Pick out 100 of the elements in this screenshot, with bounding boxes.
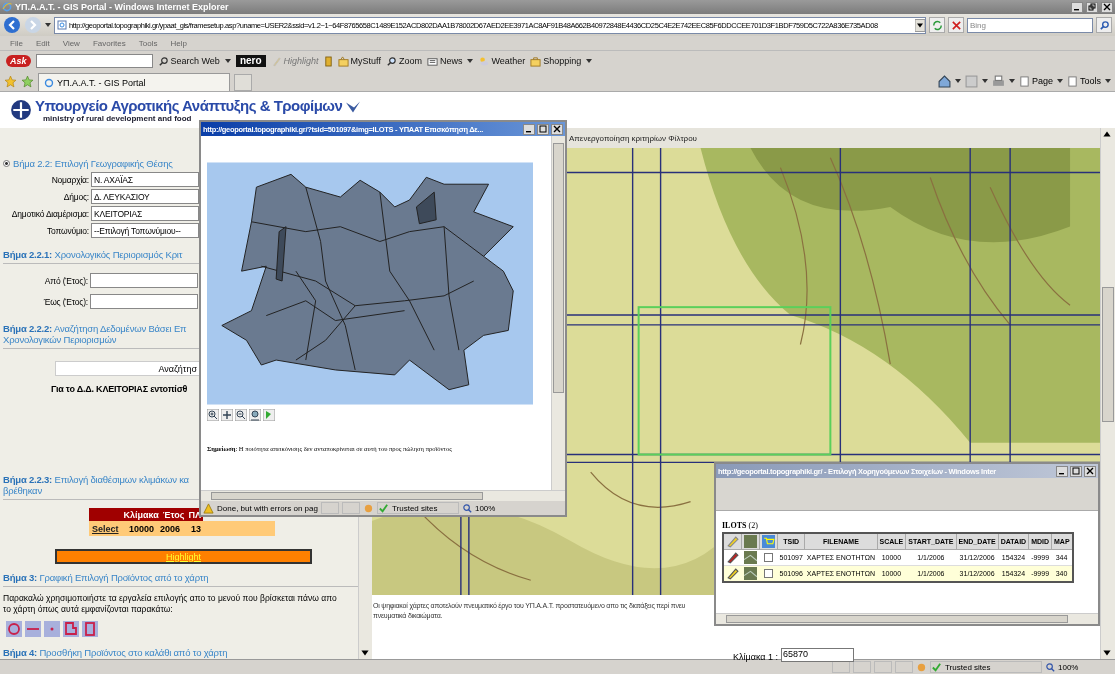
favorites-star-icon[interactable] — [4, 74, 17, 88]
dropdown-field[interactable]: ΚΛΕΙΤΟΡΙΑΣ — [91, 206, 199, 221]
close-icon — [1086, 467, 1094, 475]
browser-tab[interactable]: ΥΠ.Α.Α.Τ. - GIS Portal — [38, 73, 230, 91]
horizontal-scrollbar[interactable] — [716, 613, 1098, 624]
dropdown-caret-icon[interactable] — [1105, 79, 1111, 83]
table-cell-text: 13 — [190, 523, 202, 534]
field-label: Τοπωνύμιο: — [45, 225, 89, 236]
circle-tool-icon[interactable] — [6, 621, 22, 637]
instructions-text: Παρακαλώ χρησιμοποιήστε τα εργαλεία επιλογής απο το μενού που βρίσκεται πάνω απο το χάρτη όπως αυτά εμφανίζονται παρακάτω: — [3, 593, 338, 615]
nero-logo[interactable]: nero — [235, 55, 266, 67]
result-text: Για το Δ.Δ. ΚΛΕΙΤΟΡΙΑΣ εντοπίσθ — [51, 384, 188, 394]
command-button[interactable]: Tools — [1067, 75, 1101, 87]
checkbox[interactable] — [764, 553, 773, 562]
dropdown-field[interactable]: --Επιλογή Τοπωνύμιου-- — [91, 223, 199, 238]
step-heading: Βήμα 3: Γραφική Επιλογή Προϊόντος από το χάρτη — [3, 572, 209, 583]
ministry-emblem-icon — [10, 99, 32, 121]
dropdown-caret-icon[interactable] — [45, 23, 51, 27]
minimize-button[interactable] — [1071, 1, 1083, 13]
stop-button[interactable] — [948, 17, 964, 33]
status-pane — [874, 661, 892, 673]
menu-item[interactable]: View — [62, 38, 80, 48]
pencil-icon[interactable] — [726, 567, 740, 580]
ministry-title: Υπουργείο Αγροτικής Ανάπτυξης & Τροφίμων — [35, 97, 343, 114]
zoom-level[interactable]: 100% — [1045, 661, 1085, 673]
scroll-thumb[interactable] — [553, 143, 564, 393]
maximize-button[interactable] — [1070, 465, 1082, 477]
map-thumbnail-icon[interactable] — [744, 551, 757, 564]
close-button[interactable] — [551, 123, 563, 135]
toolbar-button[interactable]: Shopping — [530, 55, 582, 67]
address-dropdown-icon[interactable] — [915, 18, 925, 32]
year-input-field[interactable] — [90, 294, 198, 309]
toolbar-button[interactable]: Zoom — [385, 55, 422, 67]
close-button[interactable] — [1084, 465, 1096, 477]
step-heading: βρέθηκαν — [3, 485, 42, 496]
search-field[interactable]: Bing — [967, 17, 1093, 33]
map-thumbnail-icon[interactable] — [744, 567, 757, 580]
menu-item[interactable]: Tools — [138, 38, 158, 48]
scale-label: Κλίμακα 1 : — [733, 652, 778, 662]
column-header: Έτος — [161, 509, 186, 520]
dropdown-caret-icon[interactable] — [954, 79, 961, 83]
dropdown-caret-icon[interactable] — [1008, 79, 1015, 83]
status-pane — [895, 661, 913, 673]
scrollbar[interactable] — [551, 136, 565, 490]
polygon-tool-icon[interactable] — [63, 621, 79, 637]
menu-item[interactable]: Favorites — [92, 38, 126, 48]
pan-icon[interactable] — [221, 409, 233, 421]
back-button[interactable] — [3, 16, 21, 34]
search-button[interactable] — [1096, 17, 1112, 33]
menu-item[interactable]: Help — [170, 38, 187, 48]
dropdown-caret-icon[interactable] — [467, 59, 474, 63]
toolbar-button[interactable]: Search Web — [157, 55, 220, 67]
search-button[interactable]: Αναζήτησ — [55, 361, 200, 376]
step-heading: Βήμα 4: Προσθήκη Προϊόντος στο καλάθι από το χάρτη — [3, 647, 228, 658]
status-pane — [341, 502, 360, 514]
year-input-field[interactable] — [90, 273, 198, 288]
horizontal-scrollbar[interactable] — [201, 490, 565, 501]
checkbox[interactable] — [764, 569, 773, 578]
dropdown-caret-icon[interactable] — [224, 59, 231, 63]
filter-link[interactable]: Απενεργοποίηση κριτηρίων Φίλτρου — [569, 133, 697, 143]
scroll-thumb[interactable] — [726, 615, 1068, 623]
zoom-level[interactable]: 100% — [461, 502, 502, 514]
scroll-thumb[interactable] — [211, 492, 483, 500]
toolbar-search-field[interactable] — [35, 54, 153, 68]
region-map-drawing[interactable] — [207, 161, 533, 406]
dropdown-field[interactable]: Δ. ΛΕΥΚΑΣΙΟΥ — [91, 189, 199, 204]
minimize-button[interactable] — [523, 123, 535, 135]
step-heading: Βήμα 2.2: Επιλογή Γεωγραφικής Θέσης — [13, 158, 173, 169]
command-button[interactable]: Page — [1018, 75, 1053, 87]
toolbar-button[interactable]: News — [426, 55, 463, 67]
address-bar[interactable] — [54, 16, 926, 34]
zoom-in-icon[interactable] — [207, 409, 219, 421]
dropdown-field[interactable]: Ν. ΑΧΑΪΑΣ — [91, 172, 199, 187]
dropdown-caret-icon[interactable] — [1057, 79, 1063, 83]
menu-item[interactable]: File — [10, 38, 23, 48]
restore-button[interactable] — [1086, 1, 1098, 13]
page-scrollbar[interactable] — [1100, 128, 1115, 659]
step-heading: Χρονολογικών Περιορισμών — [3, 334, 118, 345]
maximize-button[interactable] — [537, 123, 549, 135]
rectangle-tool-icon[interactable] — [82, 621, 98, 637]
toolbar-button[interactable]: Weather — [478, 55, 526, 67]
scale-field[interactable]: 65870 — [781, 648, 854, 662]
ask-logo[interactable]: Ask — [6, 55, 31, 67]
toolbar-button[interactable]: MyStuff — [337, 55, 381, 67]
radio-button[interactable] — [3, 160, 10, 167]
scroll-thumb[interactable] — [1102, 287, 1114, 423]
home-icon[interactable] — [937, 74, 951, 88]
close-button[interactable] — [1101, 1, 1113, 13]
dropdown-caret-icon[interactable] — [586, 59, 593, 63]
stop-icon — [950, 19, 962, 31]
menu-item[interactable]: Edit — [35, 38, 50, 48]
zoom-out-icon[interactable] — [235, 409, 247, 421]
dropdown-caret-icon[interactable] — [981, 79, 988, 83]
minimize-button[interactable] — [1056, 465, 1068, 477]
page-icon — [1067, 75, 1078, 87]
zoom-extent-icon[interactable] — [249, 409, 261, 421]
line-tool-icon[interactable] — [25, 621, 41, 637]
field-label: Δημοτικό Διαμέρισμα: — [10, 208, 89, 219]
select-link[interactable]: Select — [92, 523, 119, 534]
print-icon[interactable] — [991, 74, 1005, 88]
